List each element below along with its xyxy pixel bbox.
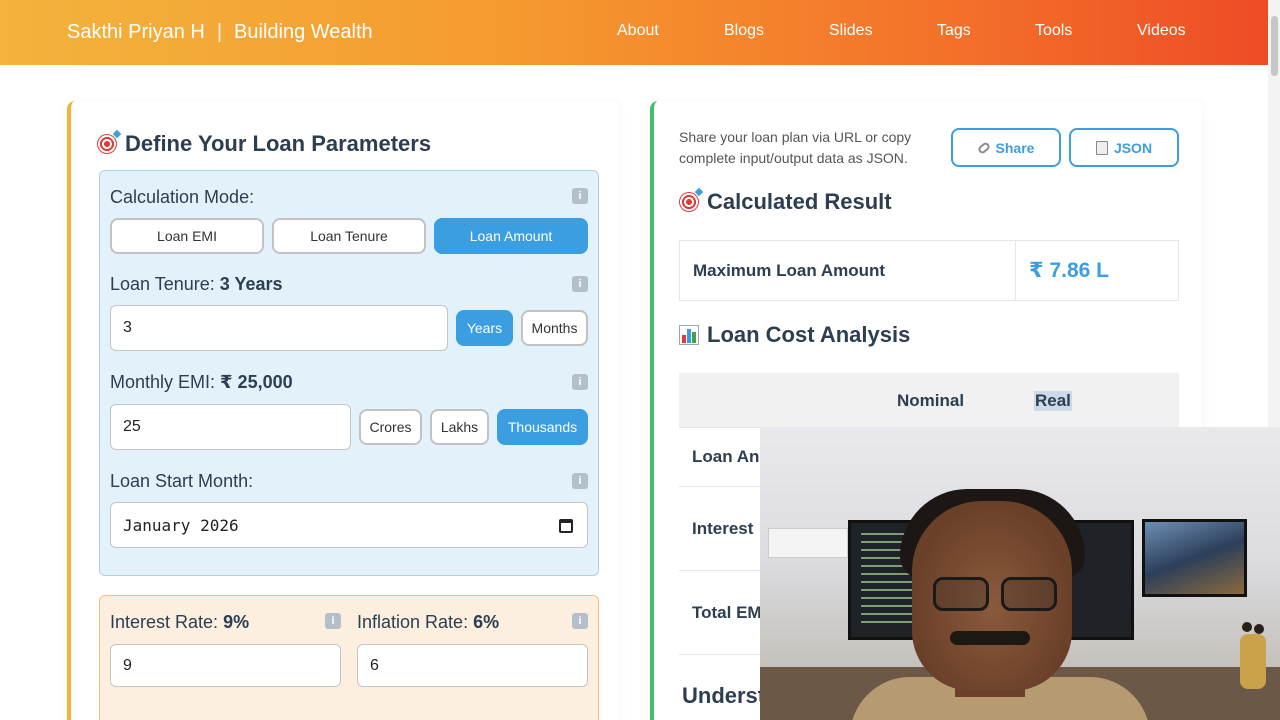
wall-switch (768, 528, 848, 558)
inflation-rate-value-text: 6% (473, 612, 500, 632)
brand-name: Sakthi Priyan H (67, 21, 205, 43)
interest-rate-info-icon[interactable]: i (325, 613, 341, 629)
tenure-value-text: 3 Years (219, 274, 283, 294)
target-icon (679, 192, 699, 212)
emi-info-icon[interactable]: i (572, 374, 588, 390)
presenter-webcam (760, 427, 1280, 720)
link-icon (976, 140, 991, 155)
inflation-rate-label-text: Inflation Rate: (357, 612, 474, 632)
loan-cost-analysis-title: Loan Cost Analysis (679, 322, 910, 348)
start-month-input[interactable]: January 2026 (110, 502, 588, 548)
mode-loan-emi-button[interactable]: Loan EMI (110, 218, 264, 254)
presenter-glasses (925, 577, 1065, 613)
nav-slides[interactable]: Slides (829, 22, 873, 40)
calendar-icon[interactable] (559, 519, 573, 533)
site-brand[interactable]: Sakthi Priyan H | Building Wealth (67, 21, 373, 44)
tenure-label: Loan Tenure: 3 Years (110, 274, 283, 295)
calc-mode-label: Calculation Mode: (110, 187, 255, 207)
presenter-mustache (950, 631, 1030, 645)
tenure-months-button[interactable]: Months (521, 310, 588, 346)
nav-about[interactable]: About (617, 22, 659, 40)
max-loan-label: Maximum Loan Amount (680, 241, 1016, 300)
emi-input[interactable]: 25 (110, 404, 351, 450)
bar-chart-icon (679, 325, 699, 345)
share-description: Share your loan plan via URL or copy com… (679, 129, 912, 166)
calculated-result-title-text: Calculated Result (707, 189, 892, 214)
inflation-rate-label: Inflation Rate: 6% (357, 612, 499, 633)
loan-parameters-title: Define Your Loan Parameters (97, 131, 431, 157)
emi-label-text: Monthly EMI: (110, 372, 221, 392)
scrollbar-thumb[interactable] (1271, 16, 1278, 76)
document-icon (1095, 140, 1108, 155)
result-table: Maximum Loan Amount ₹ 7.86 L (679, 240, 1179, 301)
nav-videos[interactable]: Videos (1137, 22, 1186, 40)
loan-parameters-title-text: Define Your Loan Parameters (125, 131, 432, 156)
start-month-value: January 2026 (123, 515, 239, 535)
analysis-table-header: Nominal Real (679, 373, 1179, 427)
inflation-rate-input[interactable]: 6 (357, 644, 588, 687)
emi-thousands-button[interactable]: Thousands (497, 409, 588, 445)
target-icon (97, 134, 117, 154)
nav-tools[interactable]: Tools (1035, 22, 1072, 40)
emi-crores-button[interactable]: Crores (359, 409, 422, 445)
max-loan-value: ₹ 7.86 L (1029, 259, 1109, 282)
interest-rate-label-text: Interest Rate: (110, 612, 224, 632)
emi-label: Monthly EMI: ₹ 25,000 (110, 372, 293, 393)
interest-rate-input[interactable]: 9 (110, 644, 341, 687)
column-nominal: Nominal (897, 391, 965, 410)
loan-inputs-panel: Calculation Mode: i Loan EMI Loan Tenure… (99, 170, 599, 576)
nav-blogs[interactable]: Blogs (724, 22, 764, 40)
tenure-label-text: Loan Tenure: (110, 274, 220, 294)
json-button[interactable]: JSON (1069, 128, 1179, 167)
inflation-rate-info-icon[interactable]: i (572, 613, 588, 629)
emi-lakhs-button[interactable]: Lakhs (430, 409, 489, 445)
top-navigation-bar: Sakthi Priyan H | Building Wealth About … (0, 0, 1280, 65)
tenure-input[interactable]: 3 (110, 305, 448, 351)
interest-rate-value-text: 9% (223, 612, 250, 632)
share-button[interactable]: Share (951, 128, 1061, 167)
figurine (1238, 622, 1268, 692)
share-button-label: Share (995, 139, 1035, 156)
background-monitor-2 (1142, 519, 1247, 597)
start-month-label: Loan Start Month: (110, 471, 254, 491)
json-button-label: JSON (1113, 139, 1153, 156)
rates-panel: Interest Rate: 9% i Inflation Rate: 6% i… (99, 595, 599, 720)
understanding-heading: Underst (682, 683, 766, 708)
mode-loan-tenure-button[interactable]: Loan Tenure (272, 218, 426, 254)
nav-tags[interactable]: Tags (937, 22, 971, 40)
tenure-info-icon[interactable]: i (572, 276, 588, 292)
tenure-years-button[interactable]: Years (456, 310, 513, 346)
emi-value-text: ₹ 25,000 (220, 372, 293, 392)
brand-separator: | (216, 21, 223, 43)
calculated-result-title: Calculated Result (679, 189, 892, 215)
mode-loan-amount-button[interactable]: Loan Amount (434, 218, 588, 254)
interest-rate-label: Interest Rate: 9% (110, 612, 249, 633)
loan-parameters-card: Define Your Loan Parameters Calculation … (67, 101, 619, 720)
start-month-info-icon[interactable]: i (572, 473, 588, 489)
brand-tagline: Building Wealth (234, 21, 373, 43)
loan-cost-analysis-title-text: Loan Cost Analysis (707, 322, 911, 347)
calc-mode-info-icon[interactable]: i (572, 188, 588, 204)
column-real: Real (1034, 391, 1072, 411)
